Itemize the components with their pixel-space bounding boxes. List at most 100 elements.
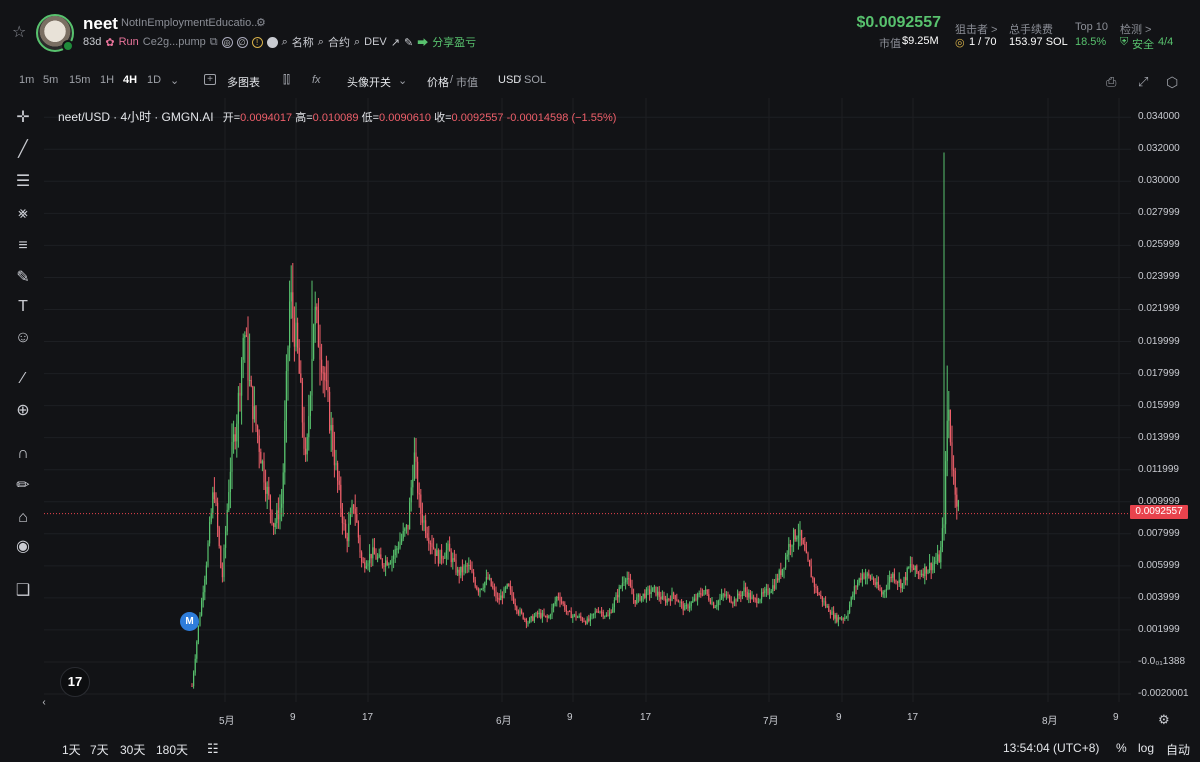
pattern-icon[interactable]: ⨳ — [12, 203, 34, 225]
interval-dropdown-icon[interactable]: ⌄ — [170, 74, 179, 87]
search-contract-link[interactable]: 合约 — [328, 34, 350, 50]
range-7d[interactable]: 7天 — [90, 741, 109, 758]
candle-body — [812, 577, 814, 579]
indicators-icon[interactable]: fx — [312, 74, 321, 86]
range-30d[interactable]: 30天 — [120, 741, 145, 758]
fullscreen-icon[interactable]: ⤢ — [1138, 74, 1148, 90]
candle-body — [837, 617, 839, 622]
candle-body — [300, 373, 302, 383]
interval-1m[interactable]: 1m — [19, 74, 34, 86]
favorite-star-icon[interactable]: ☆ — [12, 22, 26, 42]
log-scale-toggle[interactable]: log — [1138, 741, 1154, 755]
zoom-in-icon[interactable]: ⊕ — [12, 400, 34, 422]
price-toggle[interactable]: 价格 — [427, 74, 449, 90]
candle-body — [884, 590, 886, 592]
auto-scale-toggle[interactable]: 自动 — [1166, 741, 1190, 758]
candle-body — [196, 641, 198, 659]
external-link-icon[interactable]: ↗ — [391, 36, 400, 49]
website-icon[interactable]: ◎ — [221, 36, 233, 48]
lock-drawing-icon[interactable]: ✏ — [12, 475, 34, 497]
menu-circle-icon[interactable] — [266, 36, 278, 48]
share-icon[interactable]: ⮕ — [417, 34, 428, 50]
clock-time[interactable]: 13:54:04 (UTC+8) — [1003, 741, 1099, 755]
candle-body — [932, 563, 934, 571]
contract-address[interactable]: Ce2g...pump — [143, 36, 206, 48]
token-header: ☆ neet NotInEmploymentEducatio... ⚙ 83d … — [0, 0, 1200, 62]
candle-body — [815, 586, 817, 589]
check-label[interactable]: 检测 > — [1120, 21, 1151, 37]
share-pnl-link[interactable]: 分享盈亏 — [432, 34, 476, 50]
magnet-icon[interactable]: ∩ — [12, 443, 34, 465]
copy-icon[interactable]: ⧉ — [210, 36, 218, 49]
candle-body — [866, 573, 868, 577]
interval-1d[interactable]: 1D — [147, 74, 161, 86]
candle-body — [604, 616, 606, 618]
candle-body — [796, 537, 798, 540]
price-tick-label: 0.025999 — [1138, 239, 1180, 251]
search-dev-icon[interactable]: ⌕ — [354, 36, 360, 49]
candle-body — [561, 601, 563, 603]
candlestick-chart[interactable] — [44, 98, 1131, 702]
price-tick-label: -0.0020001 — [1138, 687, 1189, 699]
alert-icon[interactable]: ! — [251, 36, 263, 48]
time-tick-label: 17 — [362, 712, 374, 723]
token-meta-row: 83d ✿ Run Ce2g...pump ⧉ ◎ ∅ ! ⌕ 名称 ⌕ 合约 … — [83, 34, 476, 50]
candle-body — [284, 420, 286, 473]
candle-body — [620, 586, 622, 588]
search-contract-icon[interactable]: ⌕ — [318, 36, 324, 49]
eye-icon[interactable]: ◉ — [12, 536, 34, 558]
percent-scale-toggle[interactable]: % — [1116, 741, 1127, 755]
interval-1h[interactable]: 1H — [100, 74, 114, 86]
candle-body — [807, 553, 809, 561]
snipers-label[interactable]: 狙击者 > — [955, 21, 997, 37]
candle-body — [791, 545, 793, 547]
candle-body — [621, 583, 623, 587]
interval-5m[interactable]: 5m — [43, 74, 58, 86]
ruler-icon[interactable]: ∕ — [12, 368, 34, 390]
candle-body — [634, 600, 636, 604]
brush-icon[interactable]: ✎ — [12, 267, 34, 289]
candle-body — [829, 611, 831, 615]
candle-body — [777, 578, 779, 581]
interval-4h[interactable]: 4H — [123, 74, 137, 86]
avatar-toggle-button[interactable]: 头像开关 — [347, 74, 391, 90]
search-dev-link[interactable]: DEV — [364, 36, 387, 48]
trash-icon[interactable]: ❑ — [12, 580, 34, 602]
horizontal-lines-icon[interactable]: ☰ — [12, 171, 34, 193]
sol-toggle[interactable]: SOL — [524, 74, 546, 86]
candle-body — [213, 492, 215, 500]
text-tool-icon[interactable]: T — [12, 296, 34, 318]
unlock-icon[interactable]: ⌂ — [12, 507, 34, 529]
camera-icon[interactable]: ⎙ — [1106, 74, 1116, 90]
time-axis-settings-icon[interactable]: ⚙ — [1158, 712, 1170, 728]
plus-box-icon[interactable]: + — [204, 74, 216, 85]
edit-icon[interactable]: ✎ — [404, 36, 413, 49]
time-tick-label: 17 — [907, 712, 919, 723]
candle-body — [919, 573, 921, 576]
settings-icon[interactable]: ⬡ — [1166, 74, 1178, 91]
crosshair-icon[interactable]: ✛ — [12, 107, 34, 129]
candle-type-icon[interactable]: ⫿⫿ — [283, 74, 290, 87]
candle-body — [765, 588, 767, 591]
candle-body — [495, 590, 497, 598]
range-180d[interactable]: 180天 — [156, 741, 188, 758]
calendar-range-icon[interactable]: ☷ — [207, 741, 219, 757]
migration-marker[interactable]: M — [180, 612, 199, 631]
search-name-link[interactable]: 名称 — [292, 34, 314, 50]
mcap-toggle[interactable]: 市值 — [456, 74, 478, 90]
price-tick-label: 0.011999 — [1138, 463, 1179, 475]
fib-icon[interactable]: ≡ — [12, 235, 34, 257]
candle-body — [580, 615, 582, 619]
emoji-icon[interactable]: ☺ — [12, 327, 34, 349]
tradingview-logo-icon[interactable]: 17 — [60, 667, 90, 697]
candle-body — [897, 581, 899, 583]
twitter-icon[interactable]: ∅ — [236, 36, 248, 48]
candle-body — [938, 554, 940, 563]
trend-line-icon[interactable]: ╱ — [12, 139, 34, 161]
candle-body — [436, 550, 438, 556]
interval-15m[interactable]: 15m — [69, 74, 90, 86]
range-1d[interactable]: 1天 — [62, 741, 81, 758]
avatar-dropdown-icon[interactable]: ⌄ — [398, 74, 407, 87]
search-name-icon[interactable]: ⌕ — [282, 36, 288, 49]
multi-chart-button[interactable]: 多图表 — [227, 74, 260, 90]
